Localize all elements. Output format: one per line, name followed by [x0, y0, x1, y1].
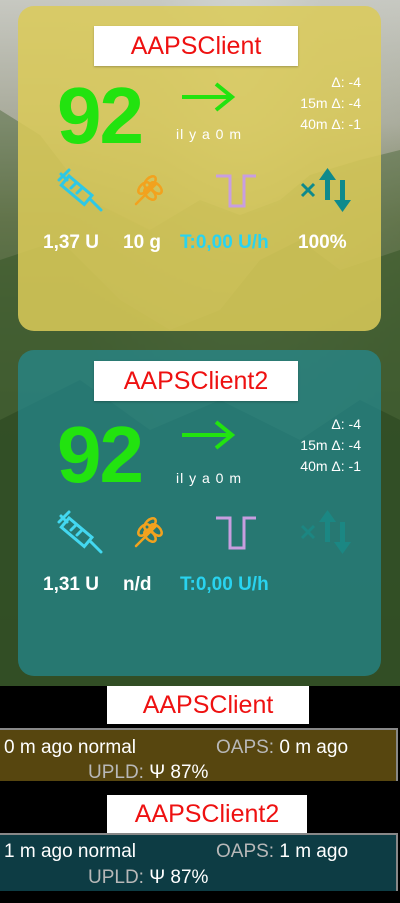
temp-basal-icon	[216, 516, 256, 550]
oaps-label: OAPS:	[216, 841, 275, 862]
upld-value: Ψ 87%	[149, 762, 209, 783]
status-widget-aapsclient2[interactable]: AAPSClient2 1 m ago normal OAPS: 1 m ago…	[0, 793, 400, 903]
delta-40m: 40m Δ: -1	[300, 458, 361, 474]
loop-closed-icon	[300, 168, 351, 212]
trend-arrow-icon	[182, 420, 236, 450]
oaps-status: OAPS: 0 m ago	[216, 737, 348, 759]
widget-title: AAPSClient	[94, 26, 298, 66]
cob-value: n/d	[123, 574, 152, 595]
loop-closed-icon	[300, 510, 351, 554]
status-left: 1 m ago normal	[4, 841, 137, 862]
upload-status: UPLD: Ψ 87%	[88, 867, 208, 889]
status-title: AAPSClient2	[107, 795, 307, 833]
basal-percent: 100%	[298, 232, 347, 253]
status-left: 0 m ago normal	[4, 737, 137, 758]
iob-value: 1,31 U	[43, 574, 99, 595]
trend-arrow-icon	[182, 82, 236, 112]
delta: Δ: -4	[331, 416, 361, 432]
temp-basal-value: T:0,00 U/h	[180, 574, 269, 595]
upload-status: UPLD: Ψ 87%	[88, 762, 208, 784]
oaps-status: OAPS: 1 m ago	[216, 841, 348, 863]
status-panel: 0 m ago normal OAPS: 0 m ago UPLD: Ψ 87%	[0, 728, 398, 784]
status-widget-aapsclient[interactable]: AAPSClient 0 m ago normal OAPS: 0 m ago …	[0, 686, 400, 793]
temp-basal-value: T:0,00 U/h	[180, 232, 269, 253]
upld-label: UPLD:	[88, 867, 144, 888]
upld-value: Ψ 87%	[149, 867, 209, 888]
iob-value: 1,37 U	[43, 232, 99, 253]
oaps-label: OAPS:	[216, 737, 275, 758]
carbs-wheat-icon	[134, 517, 163, 548]
delta: Δ: -4	[331, 74, 361, 90]
oaps-value: 1 m ago	[279, 841, 349, 862]
temp-basal-icon	[216, 174, 256, 208]
time-ago: il y a 0 m	[176, 470, 243, 486]
time-ago: il y a 0 m	[176, 126, 243, 142]
delta-block: Δ: -4 15m Δ: -4 40m Δ: -1	[300, 414, 361, 477]
delta-15m: 15m Δ: -4	[300, 437, 361, 453]
widget-title: AAPSClient2	[94, 361, 298, 401]
bg-value: 92	[57, 71, 144, 160]
oaps-value: 0 m ago	[279, 737, 349, 758]
syringe-icon	[57, 168, 103, 212]
carbs-wheat-icon	[134, 175, 163, 206]
delta-40m: 40m Δ: -1	[300, 116, 361, 132]
upld-label: UPLD:	[88, 762, 144, 783]
delta-block: Δ: -4 15m Δ: -4 40m Δ: -1	[300, 72, 361, 135]
cob-value: 10 g	[123, 232, 162, 253]
delta-15m: 15m Δ: -4	[300, 95, 361, 111]
widget-aapsclient2[interactable]: AAPSClient2 92 il y a 0 m Δ: -4 15m Δ: -…	[18, 350, 381, 676]
syringe-icon	[57, 510, 103, 554]
bg-value: 92	[57, 410, 144, 499]
widget-aapsclient[interactable]: AAPSClient 92 il y a 0 m Δ: -4 15m Δ: -4…	[18, 6, 381, 331]
status-panel: 1 m ago normal OAPS: 1 m ago UPLD: Ψ 87%	[0, 833, 398, 891]
status-title: AAPSClient	[107, 686, 309, 724]
